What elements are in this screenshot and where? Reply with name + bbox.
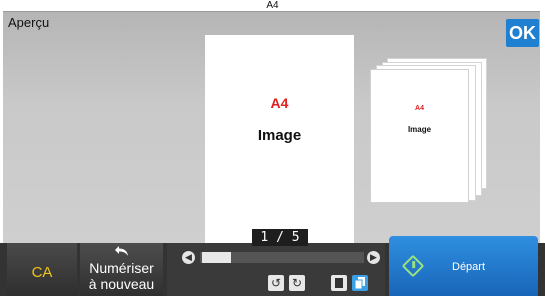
page-title: Aperçu	[8, 15, 50, 30]
scroll-left-icon[interactable]: ◀	[182, 251, 195, 264]
paper-size-label: A4	[266, 0, 279, 11]
rescan-label: Numériser à nouveau	[80, 260, 163, 292]
preview-page[interactable]: A4 Image	[205, 35, 354, 243]
rotate-left-icon[interactable]: ↺	[268, 275, 284, 291]
ok-button[interactable]: OK	[506, 19, 539, 47]
single-page-view-icon[interactable]	[331, 275, 347, 291]
page-thumbnail[interactable]: A4 Image	[370, 69, 469, 203]
undo-arrow-icon	[80, 245, 163, 261]
scrollbar-thumb[interactable]	[202, 252, 231, 263]
thumbnail-content-label: Image	[407, 125, 432, 134]
rescan-button[interactable]: Numériser à nouveau	[80, 243, 163, 296]
page-counter: 1 / 5	[252, 229, 308, 246]
page-size-label: A4	[270, 95, 289, 111]
ca-button[interactable]: CA	[7, 243, 77, 296]
rotate-right-icon[interactable]: ↻	[289, 275, 305, 291]
start-button[interactable]: Départ	[389, 236, 538, 296]
start-diamond-icon	[401, 254, 425, 278]
thumbnail-size-label: A4	[415, 105, 424, 112]
page-content-label: Image	[257, 127, 302, 144]
preview-screen: Aperçu A4 OK A4 Image A4 Image CA Numéri…	[0, 0, 545, 296]
multi-page-view-icon[interactable]	[352, 275, 368, 291]
rescan-label-line2: à nouveau	[88, 276, 155, 292]
scroll-right-icon[interactable]: ▶	[367, 251, 380, 264]
rescan-label-line1: Numériser	[89, 260, 154, 276]
start-label: Départ	[452, 261, 486, 273]
